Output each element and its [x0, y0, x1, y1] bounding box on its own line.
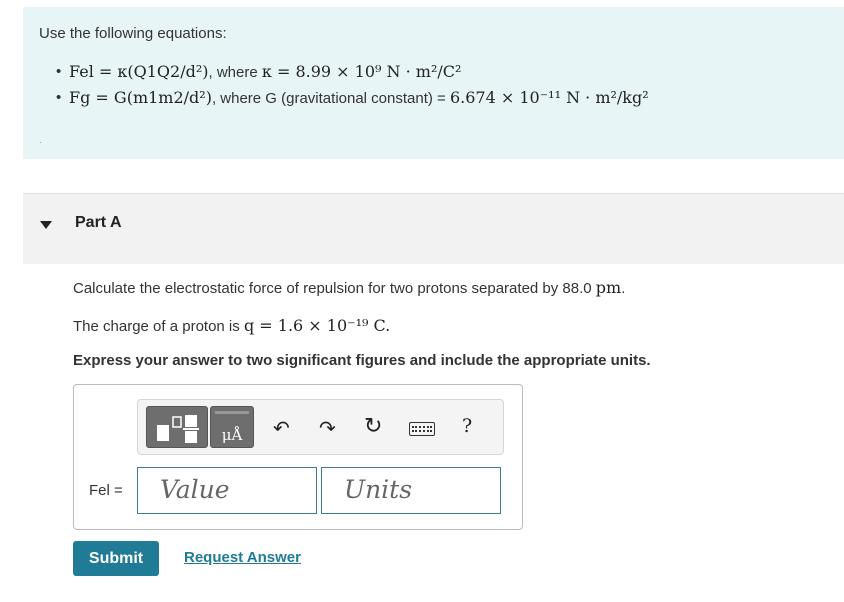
part-title: Part A [75, 214, 122, 231]
templates-button[interactable] [146, 406, 208, 448]
charge-prefix: The charge of a proton is [73, 318, 244, 335]
equations-info-box: Use the following equations: • Fel = κ(Q… [23, 7, 844, 159]
units-bar [215, 411, 249, 414]
units-input[interactable]: Units [321, 467, 501, 514]
keyboard-icon[interactable] [409, 422, 435, 436]
question-text: Calculate the electrostatic force of rep… [73, 278, 625, 297]
answer-panel: μÅ ↶ ↷ ↻ ? Fel = Value Units [73, 384, 523, 530]
equation-list: • Fel = κ(Q1Q2/d²), where κ = 8.99 × 10⁹… [56, 59, 649, 111]
bullet-icon: • [56, 63, 62, 80]
templates-icon [157, 415, 199, 443]
charge-value: q = 1.6 × 10⁻¹⁹ C. [243, 316, 391, 335]
collapse-caret-icon[interactable] [40, 221, 52, 229]
gravity-where: , where G (gravitational constant) = [211, 90, 450, 107]
answer-label: Fel = [89, 482, 123, 499]
question-unit: pm [595, 278, 622, 297]
bullet-icon: • [56, 89, 62, 106]
part-a-header[interactable]: Part A [23, 193, 844, 264]
charge-text: The charge of a proton is q = 1.6 × 10⁻¹… [73, 316, 390, 335]
redo-icon[interactable]: ↷ [319, 416, 336, 440]
request-answer-link[interactable]: Request Answer [184, 549, 301, 566]
keyboard-keys [412, 426, 432, 432]
electric-where: , where [208, 64, 262, 81]
gravity-constant: 6.674 × 10⁻¹¹ N · m²/kg² [449, 88, 649, 107]
value-input[interactable]: Value [137, 467, 317, 514]
electric-formula: Fel = κ(Q1Q2/d²) [69, 62, 209, 81]
question-body: Calculate the electrostatic force of rep… [73, 280, 596, 297]
instruction-text: Express your answer to two significant f… [73, 352, 651, 369]
undo-icon[interactable]: ↶ [273, 416, 290, 440]
small-mark: · [39, 137, 43, 148]
question-end: . [621, 280, 626, 297]
intro-text: Use the following equations: [39, 25, 227, 42]
units-button[interactable]: μÅ [210, 406, 254, 448]
equation-gravity: • Fg = G(m1m2/d²), where G (gravitationa… [56, 85, 649, 111]
units-label: μÅ [221, 426, 243, 444]
reset-icon[interactable]: ↻ [364, 414, 382, 439]
help-icon[interactable]: ? [462, 415, 472, 437]
submit-button[interactable]: Submit [73, 541, 159, 576]
math-toolbar: μÅ ↶ ↷ ↻ ? [137, 399, 504, 455]
gravity-formula: Fg = G(m1m2/d²) [69, 88, 212, 107]
equation-electric: • Fel = κ(Q1Q2/d²), where κ = 8.99 × 10⁹… [56, 59, 649, 85]
electric-constant: κ = 8.99 × 10⁹ N · m²/C² [261, 62, 462, 81]
